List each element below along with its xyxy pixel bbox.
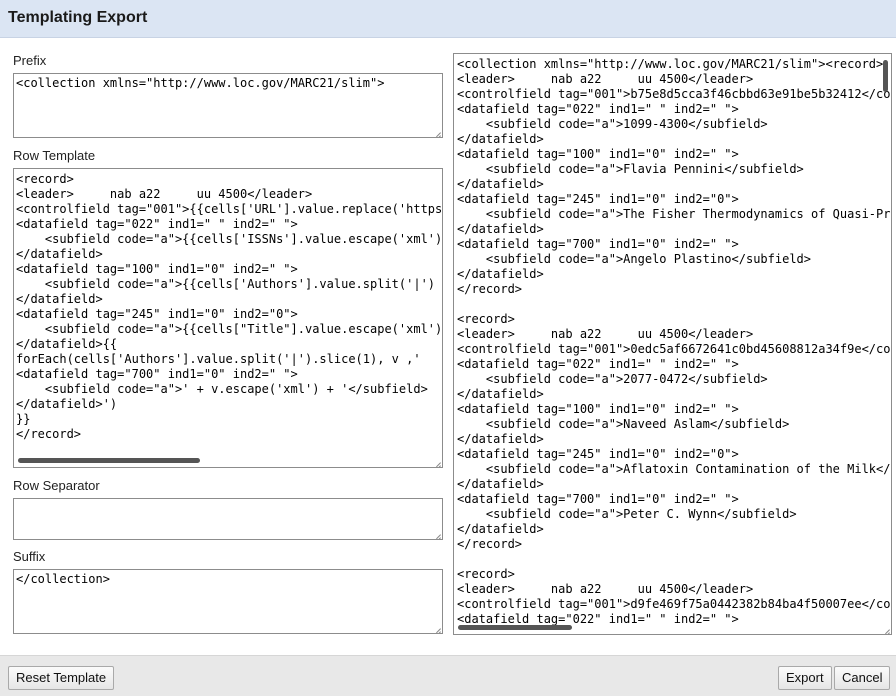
prefix-text: <collection xmlns="http://www.loc.gov/MA…	[16, 76, 385, 90]
export-button[interactable]: Export	[778, 666, 832, 690]
resize-grip-icon[interactable]	[431, 622, 441, 632]
dialog-header: Templating Export	[0, 0, 896, 38]
templating-export-dialog: Templating Export Prefix <collection xml…	[0, 0, 896, 696]
row-template-horizontal-scrollbar[interactable]	[18, 458, 200, 463]
dialog-footer: Reset Template Export Cancel	[0, 655, 896, 696]
resize-grip-icon[interactable]	[431, 528, 441, 538]
prefix-label: Prefix	[13, 53, 47, 68]
suffix-textarea[interactable]: </collection>	[13, 569, 443, 634]
suffix-label: Suffix	[13, 549, 46, 564]
export-preview-textarea[interactable]: <collection xmlns="http://www.loc.gov/MA…	[453, 53, 892, 635]
resize-grip-icon[interactable]	[431, 126, 441, 136]
export-preview-text: <collection xmlns="http://www.loc.gov/MA…	[457, 57, 891, 626]
preview-vertical-scrollbar[interactable]	[883, 60, 888, 92]
reset-template-button[interactable]: Reset Template	[8, 666, 115, 690]
row-separator-textarea[interactable]	[13, 498, 443, 540]
row-template-textarea[interactable]: <record> <leader> nab a22 uu 4500</leade…	[13, 168, 443, 468]
suffix-text: </collection>	[16, 572, 110, 586]
cancel-button[interactable]: Cancel	[834, 666, 891, 690]
preview-horizontal-scrollbar[interactable]	[458, 625, 572, 630]
resize-grip-icon[interactable]	[880, 623, 890, 633]
resize-grip-icon[interactable]	[431, 456, 441, 466]
row-template-text: <record> <leader> nab a22 uu 4500</leade…	[16, 172, 443, 441]
row-separator-text	[14, 499, 442, 503]
prefix-textarea[interactable]: <collection xmlns="http://www.loc.gov/MA…	[13, 73, 443, 138]
row-separator-label: Row Separator	[13, 478, 100, 493]
row-template-label: Row Template	[13, 148, 96, 163]
dialog-title: Templating Export	[8, 9, 148, 26]
